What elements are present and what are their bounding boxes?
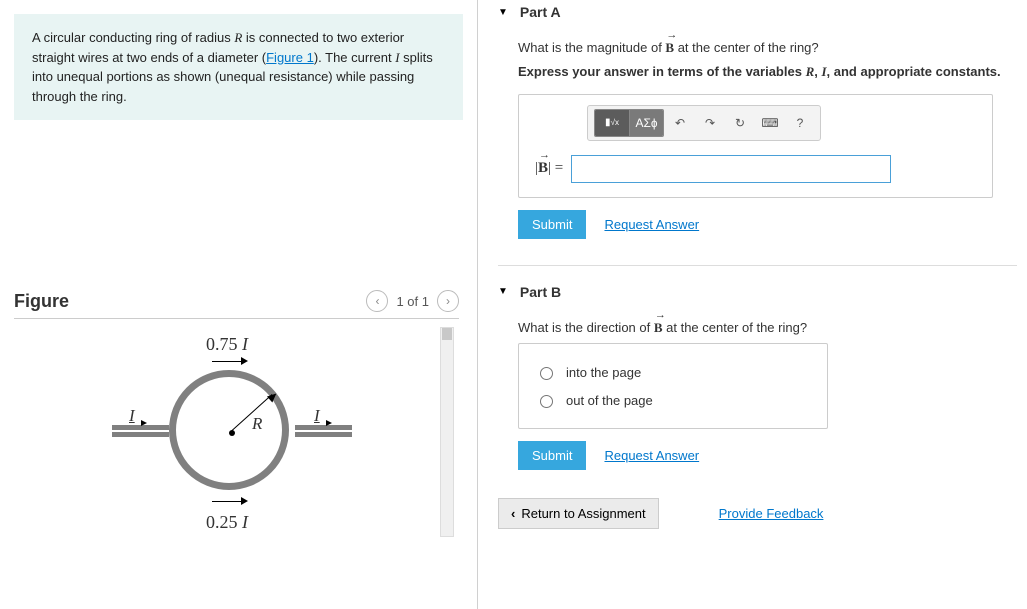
radio-out-label: out of the page	[566, 393, 653, 408]
figure-pager: ‹ 1 of 1 ›	[366, 290, 459, 312]
answer-lhs: |B| =	[535, 160, 563, 177]
radio-option-into[interactable]: into the page	[535, 358, 811, 386]
figure-page-indicator: 1 of 1	[396, 294, 429, 309]
toolbar-templates-button[interactable]: ▮√x	[595, 110, 629, 136]
collapse-icon: ▼	[498, 7, 508, 18]
request-answer-link-a[interactable]: Request Answer	[604, 217, 699, 232]
part-a-header[interactable]: ▼ Part A	[498, 4, 1027, 20]
left-panel: A circular conducting ring of radius R i…	[0, 0, 478, 609]
part-b-header[interactable]: ▼ Part B	[498, 284, 1027, 300]
toolbar-redo-button[interactable]: ↷	[696, 110, 724, 136]
equation-toolbar: ▮√x ΑΣɸ ↶ ↷ ↻ ⌨ ?	[587, 105, 821, 141]
submit-button-b[interactable]: Submit	[518, 441, 586, 470]
part-a-instruction: Express your answer in terms of the vari…	[518, 64, 1027, 80]
intro-text-1: A circular conducting ring of radius	[32, 30, 234, 45]
left-current-label: I	[129, 406, 135, 426]
toolbar-keyboard-button[interactable]: ⌨	[756, 110, 784, 136]
radio-into-input[interactable]	[540, 367, 553, 380]
toolbar-undo-button[interactable]: ↶	[666, 110, 694, 136]
chevron-left-icon: ‹	[511, 506, 515, 521]
toolbar-greek-button[interactable]: ΑΣɸ	[629, 110, 663, 136]
toolbar-reset-button[interactable]: ↻	[726, 110, 754, 136]
figure-title: Figure	[14, 291, 69, 312]
return-label: Return to Assignment	[521, 506, 645, 521]
top-arc-arrow-icon	[212, 358, 248, 366]
vector-B: B	[654, 318, 663, 338]
radio-box: into the page out of the page	[518, 343, 828, 429]
part-a-question: What is the magnitude of B at the center…	[518, 38, 1027, 58]
request-answer-link-b[interactable]: Request Answer	[604, 448, 699, 463]
return-button[interactable]: ‹ Return to Assignment	[498, 498, 659, 529]
bottom-current-label: 0.25 I	[206, 512, 248, 533]
figure-area: ▲ 0.75 I I I R 0.25 I	[14, 327, 454, 557]
radio-option-out[interactable]: out of the page	[535, 386, 811, 414]
ring-diagram: 0.75 I I I R 0.25 I	[94, 332, 354, 552]
problem-statement: A circular conducting ring of radius R i…	[14, 14, 463, 120]
toolbar-template-group: ▮√x ΑΣɸ	[594, 109, 664, 137]
part-a-title: Part A	[520, 4, 561, 20]
submit-row-b: Submit Request Answer	[518, 441, 1027, 470]
figure-next-button[interactable]: ›	[437, 290, 459, 312]
toolbar-help-button[interactable]: ?	[786, 110, 814, 136]
provide-feedback-link[interactable]: Provide Feedback	[719, 506, 824, 521]
top-current-label: 0.75 I	[206, 334, 248, 355]
bottom-arc-arrow-icon	[212, 498, 248, 506]
collapse-icon: ▼	[498, 286, 508, 297]
right-current-label: I	[314, 406, 320, 426]
answer-box-a: ▮√x ΑΣɸ ↶ ↷ ↻ ⌨ ? |B| =	[518, 94, 993, 198]
wire-right	[295, 425, 352, 430]
radius-label: R	[252, 414, 262, 434]
right-panel: ▼ Part A What is the magnitude of B at t…	[478, 0, 1027, 609]
answer-row: |B| =	[535, 155, 980, 183]
figure-prev-button[interactable]: ‹	[366, 290, 388, 312]
figure-scrollbar[interactable]: ▲	[440, 327, 454, 537]
divider	[498, 265, 1017, 266]
radio-into-label: into the page	[566, 365, 641, 380]
footer-row: ‹ Return to Assignment Provide Feedback	[498, 498, 1027, 529]
answer-input[interactable]	[571, 155, 891, 183]
radio-out-input[interactable]	[540, 395, 553, 408]
intro-text-3: ). The current	[314, 50, 395, 65]
vector-B: B	[665, 38, 674, 58]
part-b-title: Part B	[520, 284, 561, 300]
submit-row-a: Submit Request Answer	[518, 210, 1027, 239]
part-b-question: What is the direction of B at the center…	[518, 318, 1027, 338]
submit-button-a[interactable]: Submit	[518, 210, 586, 239]
figure-heading: Figure ‹ 1 of 1 ›	[14, 290, 459, 319]
figure-link[interactable]: Figure 1	[266, 50, 314, 65]
